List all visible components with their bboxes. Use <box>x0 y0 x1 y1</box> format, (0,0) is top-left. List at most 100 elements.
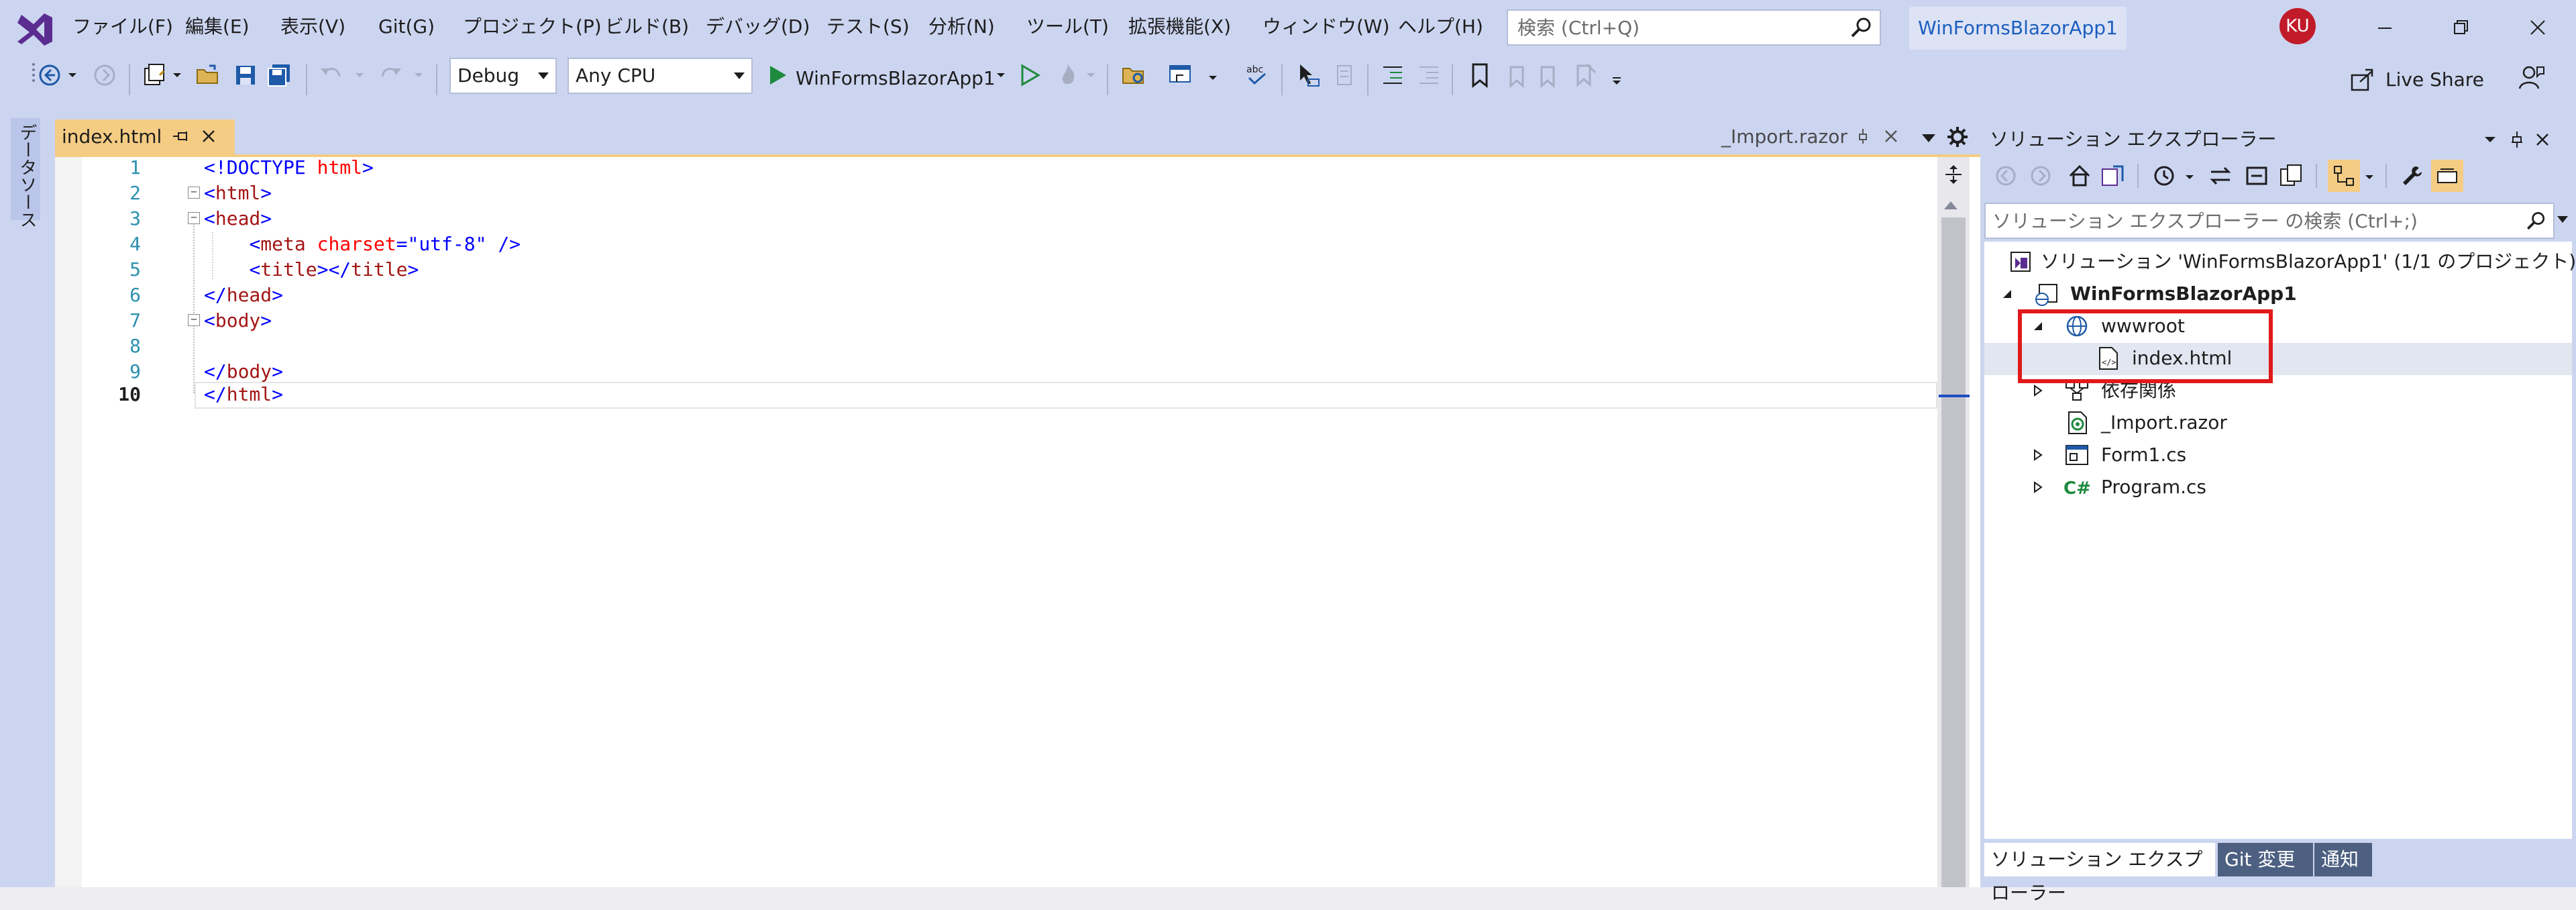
tree-item-import-razor[interactable]: _Import.razor <box>2101 407 2227 439</box>
close-icon[interactable] <box>1881 126 1901 146</box>
tab-solution-explorer[interactable]: ソリューション エクスプローラー <box>1984 843 2215 904</box>
tab-import-razor[interactable]: _Import.razor <box>1713 119 1915 154</box>
indent-icon[interactable] <box>1379 62 1406 89</box>
properties-wrench-icon[interactable] <box>2399 162 2426 189</box>
hot-reload-icon[interactable] <box>1055 62 1081 89</box>
pin-icon[interactable] <box>1854 128 1872 145</box>
bookmark-icon[interactable] <box>1466 62 1493 89</box>
preview-pane-toggle[interactable] <box>2431 160 2463 192</box>
run-target-button[interactable]: WinFormsBlazorApp1 <box>796 65 996 92</box>
tree-item-program[interactable]: Program.cs <box>2101 471 2206 503</box>
chevron-down-icon[interactable] <box>2364 172 2375 183</box>
menu-git[interactable]: Git(G) <box>378 13 435 40</box>
menu-tools[interactable]: ツール(T) <box>1026 13 1109 40</box>
chevron-down-icon[interactable] <box>2482 132 2498 148</box>
forward-icon[interactable] <box>2027 162 2054 189</box>
chevron-down-icon[interactable] <box>996 70 1006 81</box>
scroll-up-icon[interactable] <box>1944 201 1957 209</box>
chevron-down-icon[interactable] <box>413 70 424 81</box>
gear-icon[interactable] <box>1945 125 1970 149</box>
close-icon[interactable] <box>2533 130 2552 149</box>
redo-icon[interactable] <box>377 62 404 89</box>
chevron-down-icon[interactable] <box>172 70 182 81</box>
switch-views-icon[interactable] <box>2100 162 2127 189</box>
scrollbar-thumb[interactable] <box>1941 217 1966 887</box>
back-icon[interactable] <box>1992 162 2019 189</box>
platform-select[interactable]: Any CPU <box>568 58 753 94</box>
visual-studio-logo-icon[interactable] <box>15 9 55 50</box>
tree-item-form1[interactable]: Form1.cs <box>2101 439 2186 471</box>
menu-help[interactable]: ヘルプ(H) <box>1398 13 1483 40</box>
clear-bookmarks-icon[interactable] <box>1571 62 1598 89</box>
expanded-arrow-icon[interactable] <box>2000 287 2014 301</box>
avatar[interactable]: KU <box>2279 8 2316 44</box>
menu-test[interactable]: テスト(S) <box>826 13 910 40</box>
save-icon[interactable] <box>232 62 259 89</box>
browser-link-icon[interactable] <box>1167 62 1194 89</box>
collapsed-arrow-icon[interactable] <box>2031 448 2045 462</box>
close-icon[interactable] <box>2521 11 2555 44</box>
live-share-button[interactable]: Live Share <box>2385 66 2484 93</box>
chevron-down-icon[interactable] <box>1085 70 1096 81</box>
start-debugging-icon[interactable] <box>763 62 790 89</box>
chevron-down-icon[interactable] <box>67 70 78 81</box>
fold-toggle-body[interactable]: − <box>188 314 200 326</box>
outdent-icon[interactable] <box>1415 62 1442 89</box>
chevron-down-icon[interactable] <box>2557 216 2568 223</box>
tree-project-node[interactable]: WinFormsBlazorApp1 <box>2070 278 2297 310</box>
collapsed-arrow-icon[interactable] <box>2031 481 2045 494</box>
split-window-icon[interactable] <box>1941 162 1966 187</box>
close-icon[interactable] <box>199 126 219 146</box>
spell-check-icon[interactable]: abc <box>1244 62 1271 89</box>
collapse-all-icon[interactable] <box>2243 162 2270 189</box>
fold-toggle-html[interactable]: − <box>188 187 200 199</box>
new-project-icon[interactable] <box>141 62 168 89</box>
comment-out-icon[interactable] <box>1331 62 1358 89</box>
select-element-icon[interactable] <box>1295 62 1322 89</box>
minimize-icon[interactable] <box>2368 11 2402 44</box>
navigate-back-icon[interactable] <box>36 62 63 89</box>
sync-with-document-icon[interactable] <box>2207 162 2234 189</box>
preview-selected-items-toggle[interactable] <box>2328 160 2360 192</box>
collapsed-arrow-icon[interactable] <box>2031 384 2045 397</box>
find-in-files-icon[interactable] <box>1120 62 1147 89</box>
open-folder-icon[interactable] <box>195 62 221 89</box>
menu-file[interactable]: ファイル(F) <box>72 13 173 40</box>
tab-notifications[interactable]: 通知 <box>2314 843 2372 876</box>
pin-icon[interactable] <box>170 126 191 146</box>
solution-name-badge: WinFormsBlazorApp1 <box>1909 7 2127 50</box>
chevron-down-icon[interactable] <box>354 70 365 81</box>
feedback-icon[interactable] <box>2517 63 2546 93</box>
undo-icon[interactable] <box>318 62 345 89</box>
live-share-icon[interactable] <box>2348 66 2376 94</box>
tree-solution-node[interactable]: ソリューション 'WinFormsBlazorApp1' (1/1 のプロジェク… <box>2041 246 2576 278</box>
previous-bookmark-icon[interactable] <box>1501 62 1528 89</box>
menu-debug[interactable]: デバッグ(D) <box>706 13 810 40</box>
menu-extensions[interactable]: 拡張機能(X) <box>1128 13 1231 40</box>
pin-icon[interactable] <box>2508 130 2526 149</box>
menu-view[interactable]: 表示(V) <box>280 13 345 40</box>
menu-analyze[interactable]: 分析(N) <box>928 13 995 40</box>
menu-window[interactable]: ウィンドウ(W) <box>1263 13 1390 40</box>
menu-project[interactable]: プロジェクト(P) <box>463 13 602 40</box>
restore-icon[interactable] <box>2445 11 2478 44</box>
menu-build[interactable]: ビルド(B) <box>605 13 689 40</box>
configuration-select[interactable]: Debug <box>449 58 557 94</box>
pending-changes-filter-icon[interactable] <box>2151 162 2178 189</box>
start-without-debugging-icon[interactable] <box>1016 62 1042 89</box>
toolbar-overflow-icon[interactable] <box>1611 75 1622 86</box>
chevron-down-icon[interactable] <box>1208 72 1218 83</box>
quick-search-input[interactable]: 検索 (Ctrl+Q) <box>1507 9 1881 46</box>
navigate-forward-icon[interactable] <box>91 62 118 89</box>
home-icon[interactable] <box>2066 162 2093 189</box>
solution-explorer-search-input[interactable]: ソリューション エクスプローラー の検索 (Ctrl+;) <box>1984 203 2555 239</box>
save-all-icon[interactable] <box>266 62 292 89</box>
tab-index-html[interactable]: index.html <box>55 119 235 154</box>
show-all-files-icon[interactable] <box>2278 162 2305 189</box>
next-bookmark-icon[interactable] <box>1536 62 1563 89</box>
menu-edit[interactable]: 編集(E) <box>185 13 250 40</box>
chevron-down-icon[interactable] <box>1920 132 1937 145</box>
chevron-down-icon[interactable] <box>2184 172 2195 183</box>
tab-git-changes[interactable]: Git 変更 <box>2218 843 2313 876</box>
fold-toggle-head[interactable]: − <box>188 212 200 224</box>
